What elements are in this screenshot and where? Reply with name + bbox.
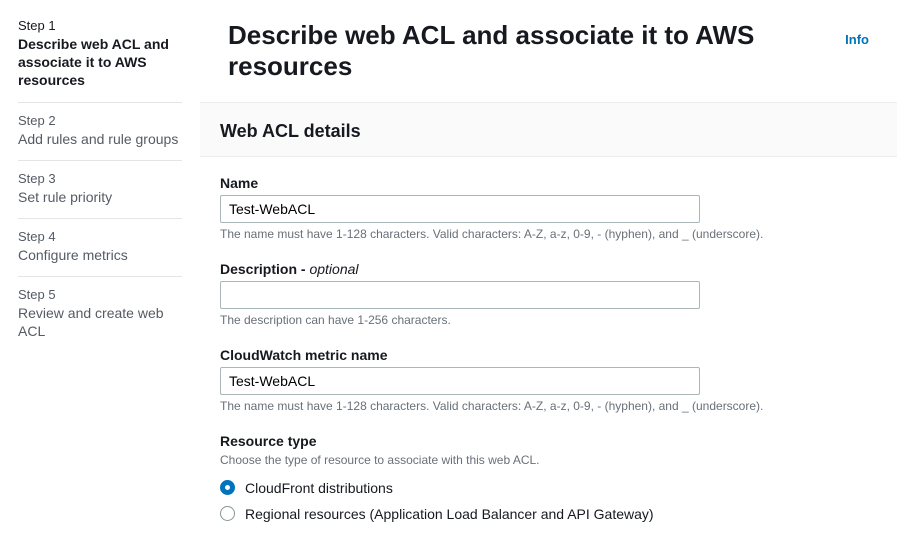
web-acl-details-panel: Web ACL details Name The name must have … — [200, 103, 897, 546]
step-title: Review and create web ACL — [18, 304, 182, 340]
metric-label: CloudWatch metric name — [220, 347, 877, 363]
step-title: Set rule priority — [18, 188, 182, 206]
info-link[interactable]: Info — [845, 32, 869, 47]
step-number: Step 1 — [18, 18, 182, 33]
step-number: Step 5 — [18, 287, 182, 302]
main-content: Describe web ACL and associate it to AWS… — [200, 0, 897, 546]
name-input[interactable] — [220, 195, 700, 223]
step-number: Step 3 — [18, 171, 182, 186]
metric-input[interactable] — [220, 367, 700, 395]
description-label-text: Description - — [220, 261, 309, 277]
metric-group: CloudWatch metric name The name must hav… — [220, 347, 877, 413]
description-label: Description - optional — [220, 261, 877, 277]
panel-header: Web ACL details — [200, 103, 897, 157]
sidebar-step-4[interactable]: Step 4 Configure metrics — [18, 218, 182, 276]
step-number: Step 4 — [18, 229, 182, 244]
sidebar-step-3[interactable]: Step 3 Set rule priority — [18, 160, 182, 218]
radio-regional[interactable]: Regional resources (Application Load Bal… — [220, 501, 877, 527]
sidebar-step-2[interactable]: Step 2 Add rules and rule groups — [18, 102, 182, 160]
name-label: Name — [220, 175, 877, 191]
radio-icon — [220, 506, 235, 521]
page-title: Describe web ACL and associate it to AWS… — [228, 20, 829, 82]
name-hint: The name must have 1-128 characters. Val… — [220, 227, 877, 241]
step-title: Add rules and rule groups — [18, 130, 182, 148]
resource-type-label: Resource type — [220, 433, 877, 449]
sidebar-step-1[interactable]: Step 1 Describe web ACL and associate it… — [18, 18, 182, 102]
panel-title: Web ACL details — [220, 121, 877, 142]
radio-cloudfront[interactable]: CloudFront distributions — [220, 475, 877, 501]
radio-icon — [220, 480, 235, 495]
step-title: Describe web ACL and associate it to AWS… — [18, 35, 182, 90]
description-optional: optional — [309, 261, 358, 277]
radio-label: Regional resources (Application Load Bal… — [245, 506, 654, 522]
resource-type-group: Resource type Choose the type of resourc… — [220, 433, 877, 527]
description-input[interactable] — [220, 281, 700, 309]
resource-type-sub: Choose the type of resource to associate… — [220, 453, 877, 469]
description-hint: The description can have 1-256 character… — [220, 313, 877, 327]
radio-label: CloudFront distributions — [245, 480, 393, 496]
page-header: Describe web ACL and associate it to AWS… — [200, 0, 897, 102]
description-group: Description - optional The description c… — [220, 261, 877, 327]
step-number: Step 2 — [18, 113, 182, 128]
wizard-sidebar: Step 1 Describe web ACL and associate it… — [0, 0, 200, 546]
metric-hint: The name must have 1-128 characters. Val… — [220, 399, 877, 413]
sidebar-step-5[interactable]: Step 5 Review and create web ACL — [18, 276, 182, 352]
step-title: Configure metrics — [18, 246, 182, 264]
name-group: Name The name must have 1-128 characters… — [220, 175, 877, 241]
